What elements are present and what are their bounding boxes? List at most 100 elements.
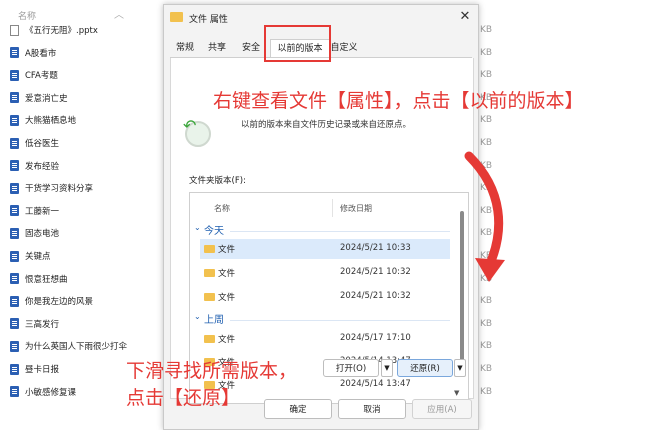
curved-arrow-icon <box>464 151 505 282</box>
instruction-bottom: 下滑寻找所需版本， 点击【还原】 <box>126 358 297 412</box>
apply-button[interactable]: 应用(A) <box>412 399 472 419</box>
version-date: 2024/5/14 13:47 <box>340 379 411 389</box>
version-name: 文件 <box>218 335 236 345</box>
folder-icon <box>204 245 215 253</box>
file-list-item[interactable]: 大熊猫栖息地 <box>10 111 76 129</box>
file-name: 你是我左边的风景 <box>25 297 94 308</box>
word-doc-icon <box>10 340 19 352</box>
file-name: 工藤新一 <box>25 206 60 217</box>
tab-customize[interactable]: 自定义 <box>328 39 360 57</box>
file-list-item[interactable]: 三高发行 <box>10 315 59 333</box>
word-doc-icon <box>10 114 19 126</box>
file-name: 恨意狂想曲 <box>25 274 68 285</box>
file-size: KB <box>480 70 493 81</box>
file-list-item[interactable]: 干货学习资料分享 <box>10 179 93 197</box>
close-button[interactable]: ✕ <box>456 8 474 26</box>
version-name: 文件 <box>218 269 236 279</box>
version-date: 2024/5/17 17:10 <box>340 333 411 343</box>
description-text: 以前的版本来自文件历史记录或来自还原点。 <box>241 120 412 130</box>
file-name: 昼卡日报 <box>25 365 60 375</box>
chevron-up-icon[interactable]: ︿ <box>114 6 124 21</box>
file-name: 干货学习资料分享 <box>25 184 94 195</box>
instruction-bottom-line1: 下滑寻找所需版本， <box>126 360 298 382</box>
highlight-box <box>264 25 331 62</box>
group-divider <box>230 231 450 232</box>
word-doc-icon <box>10 363 19 375</box>
chevron-down-icon[interactable]: ⌄ <box>194 223 201 232</box>
file-size: KB <box>480 47 493 58</box>
version-row[interactable]: 文件 2024/5/17 17:10 <box>200 329 450 349</box>
file-size: KB <box>480 115 493 126</box>
dialog-title: 文件 属性 <box>189 15 228 25</box>
word-doc-icon <box>10 182 19 194</box>
version-name: 文件 <box>218 293 236 303</box>
open-button[interactable]: 打开(O) <box>323 359 379 377</box>
file-name: 爱意消亡史 <box>25 93 68 104</box>
pptx-file-icon <box>10 24 19 36</box>
word-doc-icon <box>10 318 19 330</box>
chevron-down-icon[interactable]: ⌄ <box>194 312 201 321</box>
file-size: KB <box>480 364 493 374</box>
file-size: KB <box>480 25 493 35</box>
file-list-item[interactable]: A股看市 <box>10 44 56 62</box>
folder-icon <box>204 293 215 301</box>
file-list-item[interactable]: 发布经验 <box>10 157 59 175</box>
open-dropdown-icon[interactable]: ▼ <box>381 359 393 377</box>
restore-arrow-icon: ↶ <box>183 116 197 135</box>
file-list-item[interactable]: 工藤新一 <box>10 202 59 220</box>
version-date: 2024/5/21 10:33 <box>340 243 411 253</box>
version-row[interactable]: 文件 2024/5/21 10:32 <box>200 263 450 283</box>
word-doc-icon <box>10 273 19 285</box>
file-name: 固态电池 <box>25 229 60 240</box>
file-list-item[interactable]: 你是我左边的风景 <box>10 292 93 310</box>
version-date: 2024/5/21 10:32 <box>340 267 411 277</box>
file-list-item[interactable]: 爱意消亡史 <box>10 89 68 107</box>
file-name: 小敏感修复课 <box>25 387 77 398</box>
file-name: A股看市 <box>25 48 57 59</box>
file-list-item[interactable]: 《五行无阻》.pptx <box>10 21 98 39</box>
group-divider <box>230 320 450 321</box>
version-name: 文件 <box>218 245 236 255</box>
file-name: CFA考题 <box>25 71 58 82</box>
word-doc-icon <box>10 69 19 81</box>
file-size: KB <box>480 296 493 307</box>
file-name: 三高发行 <box>25 319 60 330</box>
file-list-item[interactable]: 为什么英国人下雨很少打伞 <box>10 337 127 355</box>
word-doc-icon <box>10 227 19 239</box>
version-row[interactable]: 文件 2024/5/21 10:32 <box>200 287 450 307</box>
restore-button[interactable]: 还原(R) <box>397 359 453 377</box>
file-list-item[interactable]: 昼卡日报 <box>10 360 59 378</box>
word-doc-icon <box>10 137 19 149</box>
tab-security[interactable]: 安全 <box>238 39 264 57</box>
restore-dropdown-icon[interactable]: ▼ <box>454 359 466 377</box>
file-list-item[interactable]: 低谷医生 <box>10 134 59 152</box>
group-label-last-week: 上周 <box>204 315 224 326</box>
version-row[interactable]: 文件 2024/5/21 10:33 <box>200 239 450 259</box>
folder-versions-label: 文件夹版本(F): <box>189 176 246 186</box>
file-size: KB <box>480 386 493 397</box>
file-name: 关键点 <box>25 252 51 262</box>
instruction-top: 右键查看文件【属性】，点击【以前的版本】 <box>213 90 584 112</box>
scroll-down-icon[interactable]: ▼ <box>454 389 459 397</box>
word-doc-icon <box>10 250 19 262</box>
word-doc-icon <box>10 92 19 104</box>
tab-sharing[interactable]: 共享 <box>204 39 230 57</box>
column-header-modified[interactable]: 修改日期 <box>340 203 372 214</box>
folder-icon <box>204 335 215 343</box>
file-size: KB <box>480 341 493 352</box>
file-list-item[interactable]: 恨意狂想曲 <box>10 270 68 288</box>
instruction-bottom-line2: 点击【还原】 <box>126 387 241 409</box>
file-list-item[interactable]: 固态电池 <box>10 224 59 242</box>
file-list-item[interactable]: CFA考题 <box>10 66 58 84</box>
file-list-item[interactable]: 关键点 <box>10 247 51 265</box>
cancel-button[interactable]: 取消 <box>338 399 406 419</box>
file-name: 发布经验 <box>25 161 60 172</box>
file-size: KB <box>480 318 493 329</box>
tab-general[interactable]: 常规 <box>172 39 198 57</box>
file-size: KB <box>480 138 493 148</box>
file-list-item[interactable]: 小敏感修复课 <box>10 383 76 401</box>
column-header-name[interactable]: 名称 <box>214 203 230 214</box>
file-name: 大熊猫栖息地 <box>25 116 77 127</box>
word-doc-icon <box>10 160 19 172</box>
group-label-today: 今天 <box>204 226 224 237</box>
